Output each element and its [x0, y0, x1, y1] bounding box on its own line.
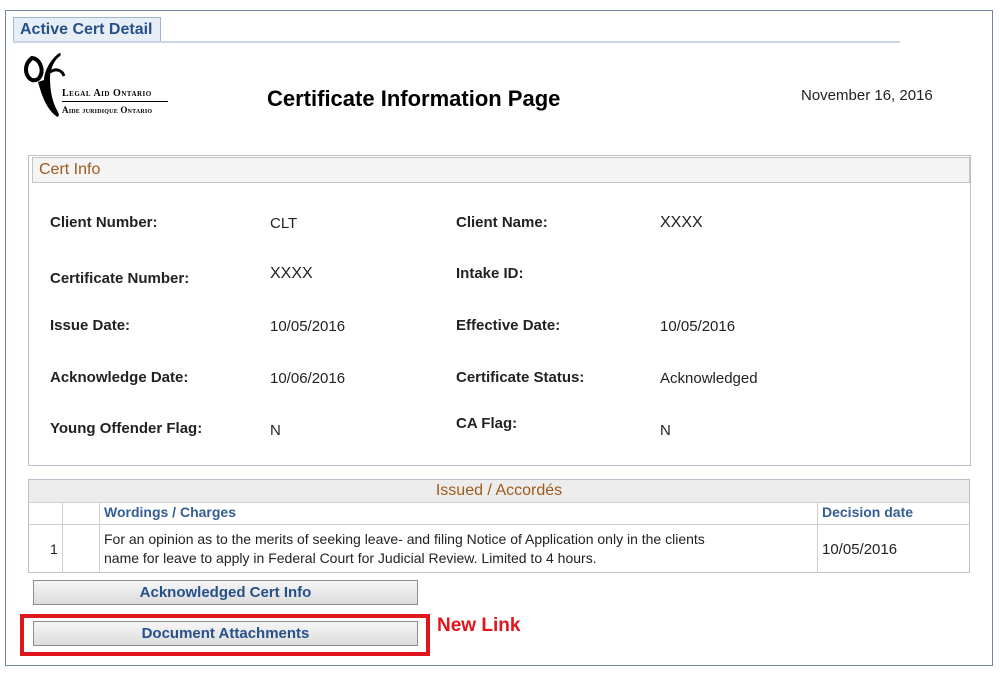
grid-col-divider	[62, 503, 63, 572]
effective-date-value: 10/05/2016	[660, 318, 736, 335]
ca-flag-value: N	[660, 422, 671, 439]
wordings-column-header[interactable]: Wordings / Charges	[104, 504, 236, 520]
ca-flag-label: CA Flag:	[456, 415, 518, 432]
certificate-status-label: Certificate Status:	[456, 369, 585, 386]
client-name-value: XXXX	[660, 214, 703, 231]
issue-date-value: 10/05/2016	[270, 318, 346, 335]
wording-line-1: For an opinion as to the merits of seeki…	[104, 531, 705, 547]
page-date: November 16, 2016	[801, 87, 933, 104]
client-number-label: Client Number:	[50, 214, 158, 231]
grid-header-divider	[29, 524, 969, 525]
new-link-callout: New Link	[437, 615, 521, 636]
certificate-status-value: Acknowledged	[660, 370, 758, 387]
decision-date-column-header[interactable]: Decision date	[822, 504, 913, 520]
young-offender-flag-value: N	[270, 422, 281, 439]
logo-text-english: Legal Aid Ontario	[62, 88, 152, 99]
grid-col-divider	[99, 503, 100, 572]
acknowledge-date-value: 10/06/2016	[270, 370, 346, 387]
tab-divider	[13, 41, 900, 43]
certificate-number-label: Certificate Number:	[50, 270, 190, 287]
logo-divider	[62, 101, 168, 102]
page-title: Certificate Information Page	[267, 86, 561, 111]
young-offender-flag-label: Young Offender Flag:	[50, 420, 203, 437]
decision-date-value: 10/05/2016	[822, 541, 898, 558]
row-number: 1	[50, 541, 58, 557]
acknowledge-date-label: Acknowledge Date:	[50, 369, 189, 386]
acknowledged-cert-info-button[interactable]: Acknowledged Cert Info	[33, 580, 418, 605]
wording-line-2: name for leave to apply in Federal Court…	[104, 550, 597, 566]
logo-text-french: Aide juridique Ontario	[62, 105, 153, 115]
tab-active-cert-detail[interactable]: Active Cert Detail	[13, 17, 161, 41]
grid-col-divider	[817, 503, 818, 572]
client-name-label: Client Name:	[456, 214, 548, 231]
issued-grid-title: Issued / Accordés	[29, 480, 969, 503]
new-link-highlight-box	[20, 614, 430, 656]
client-number-value: CLT	[270, 215, 298, 232]
cert-info-section-title: Cert Info	[32, 157, 970, 183]
effective-date-label: Effective Date:	[456, 317, 561, 334]
issue-date-label: Issue Date:	[50, 317, 131, 334]
certificate-number-value: XXXX	[270, 265, 313, 282]
intake-id-label: Intake ID:	[456, 265, 524, 282]
